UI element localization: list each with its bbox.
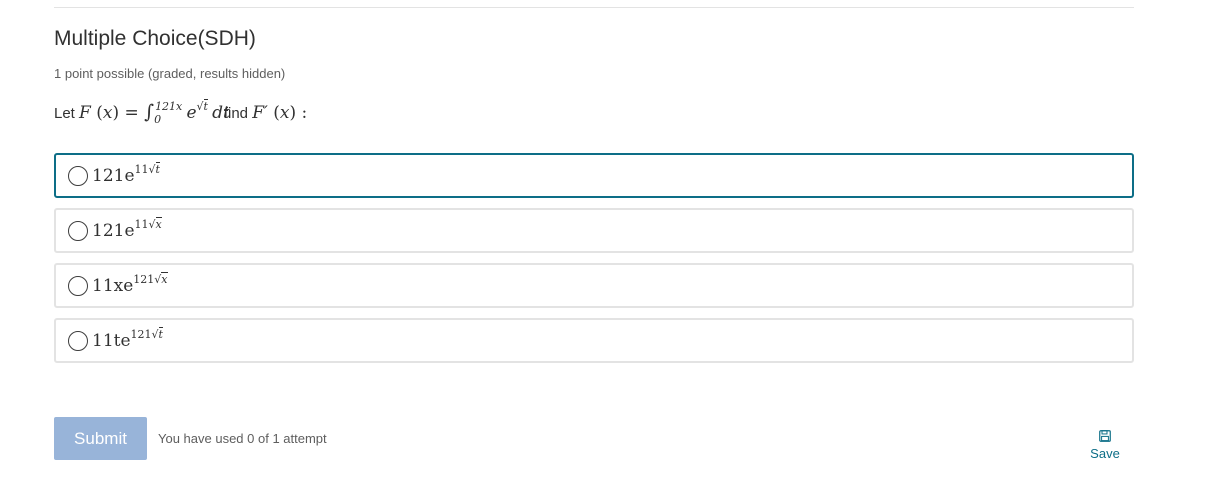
floppy-disk-icon: [1099, 430, 1111, 442]
choice-label: 121e11√x: [92, 216, 162, 241]
answer-choices: 121e11√t 121e11√x 11xe121√x 11te121√t: [54, 153, 1134, 373]
prompt-math-lhs: F: [79, 103, 91, 123]
choice-label: 11xe121√x: [92, 271, 168, 296]
radio-button[interactable]: [68, 165, 88, 186]
radio-button[interactable]: [68, 330, 88, 351]
problem-prompt: Let F (x) = ∫0121x e√t dtfind F′ (x) :: [54, 99, 308, 126]
prompt-math-rhs: F′: [252, 103, 268, 123]
save-label: Save: [1090, 446, 1120, 461]
problem-title: Multiple Choice(SDH): [54, 27, 256, 50]
save-button[interactable]: Save: [1086, 430, 1124, 461]
choice-1[interactable]: 121e11√t: [54, 153, 1134, 198]
top-divider: [54, 7, 1134, 8]
prompt-find-text: find: [223, 105, 249, 122]
choice-2[interactable]: 121e11√x: [54, 208, 1134, 253]
submit-button[interactable]: Submit: [54, 417, 147, 460]
problem-meta: 1 point possible (graded, results hidden…: [54, 66, 286, 81]
choice-label: 11te121√t: [92, 326, 163, 351]
attempts-text: You have used 0 of 1 attempt: [158, 431, 327, 446]
prompt-let-text: Let: [54, 105, 75, 122]
choice-label: 121e11√t: [92, 161, 160, 186]
radio-button[interactable]: [68, 275, 88, 296]
radio-button[interactable]: [68, 220, 88, 241]
choice-3[interactable]: 11xe121√x: [54, 263, 1134, 308]
choice-4[interactable]: 11te121√t: [54, 318, 1134, 363]
